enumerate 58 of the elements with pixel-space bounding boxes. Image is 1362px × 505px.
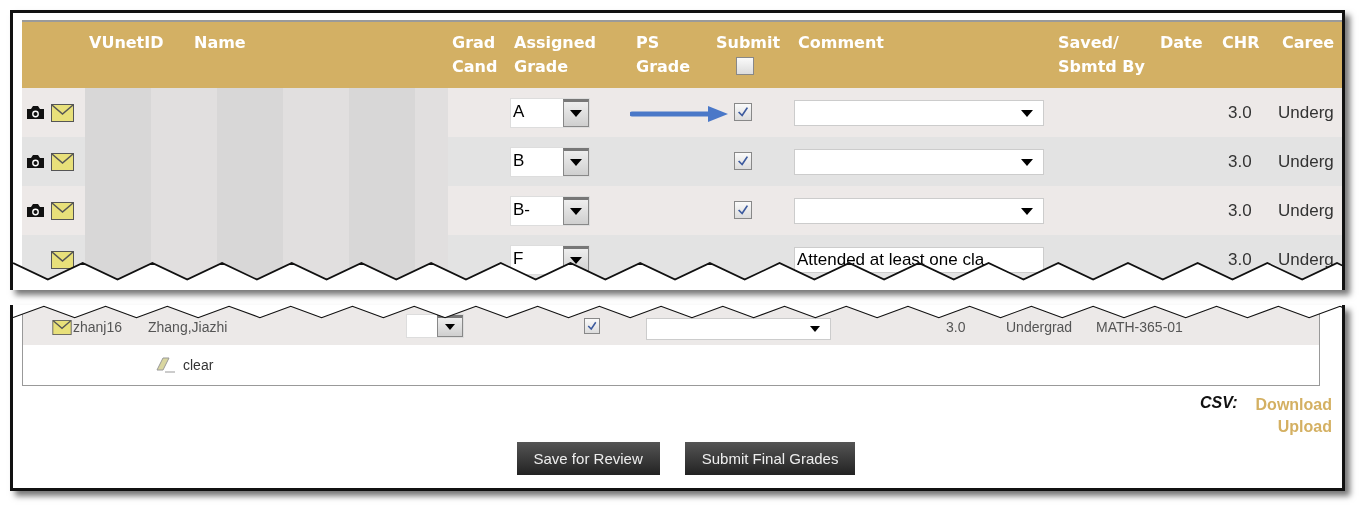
table-cell: Underg [1278, 151, 1334, 171]
column-header: Caree [1282, 32, 1335, 54]
checkbox[interactable] [734, 102, 752, 121]
checkbox[interactable] [736, 57, 754, 75]
table-cell-text: Undergrad [1006, 319, 1074, 335]
camera-icon[interactable] [26, 105, 45, 120]
column-header: CHR [1222, 32, 1260, 54]
grade-select[interactable]: B- [510, 195, 590, 226]
caret-icon [1021, 109, 1033, 117]
caret-icon [445, 323, 455, 330]
table-cell-text: MATH-365-01 [1096, 319, 1184, 335]
grade-select[interactable]: B [510, 146, 590, 177]
column-header: PS Grade [636, 32, 692, 78]
check-icon [736, 153, 750, 168]
envelope-icon[interactable] [51, 201, 74, 220]
table-cell-text: zhanj16 [73, 319, 124, 335]
column-header: Submit [716, 32, 781, 54]
caret-icon [570, 208, 582, 215]
table-cell: Underg [1278, 102, 1334, 122]
caret-icon [1021, 207, 1033, 215]
action-button[interactable]: Save for Review [516, 442, 660, 475]
table-cell: 3.0 [1228, 249, 1252, 269]
caret-icon [570, 110, 582, 117]
column-header: Comment [798, 32, 884, 54]
action-button[interactable]: Submit Final Grades [684, 442, 856, 475]
caret-icon [1021, 158, 1033, 166]
csv-label: CSV: [1199, 394, 1238, 413]
camera-icon[interactable] [26, 154, 45, 169]
envelope-icon[interactable] [52, 319, 72, 335]
checkbox[interactable] [734, 200, 752, 219]
grade-select[interactable] [406, 313, 464, 338]
column-header: Assigned Grade [514, 32, 598, 78]
caret-icon [810, 325, 820, 332]
envelope-icon[interactable] [51, 152, 74, 171]
table-cell-text: Zhang,Jiazhi [148, 319, 229, 335]
table-cell: 3.0 [1228, 200, 1252, 220]
envelope-icon[interactable] [51, 250, 74, 269]
clear-link[interactable]: clear [183, 357, 214, 373]
grade-select[interactable]: A [510, 97, 590, 128]
check-icon [586, 320, 598, 332]
check-icon [736, 104, 750, 119]
comment-select[interactable]: Attended at least one cla [794, 246, 1044, 273]
check-icon [736, 202, 750, 217]
table-cell: Underg [1278, 249, 1334, 269]
checkbox[interactable] [734, 151, 752, 170]
table-cell: 3.0 [1228, 151, 1252, 171]
column-header: Date [1160, 32, 1203, 54]
column-header: Grad Cand [452, 32, 499, 78]
envelope-icon[interactable] [51, 103, 74, 122]
column-header: VUnetID [89, 32, 164, 54]
column-header: Name [194, 32, 246, 54]
camera-icon[interactable] [26, 203, 45, 218]
checkbox[interactable] [584, 318, 600, 334]
caret-icon [570, 159, 582, 166]
table-cell: 3.0 [1228, 102, 1252, 122]
table-cell-text: 3.0 [946, 319, 967, 335]
column-header: Saved/ Sbmtd By [1058, 32, 1146, 78]
table-cell: Underg [1278, 200, 1334, 220]
